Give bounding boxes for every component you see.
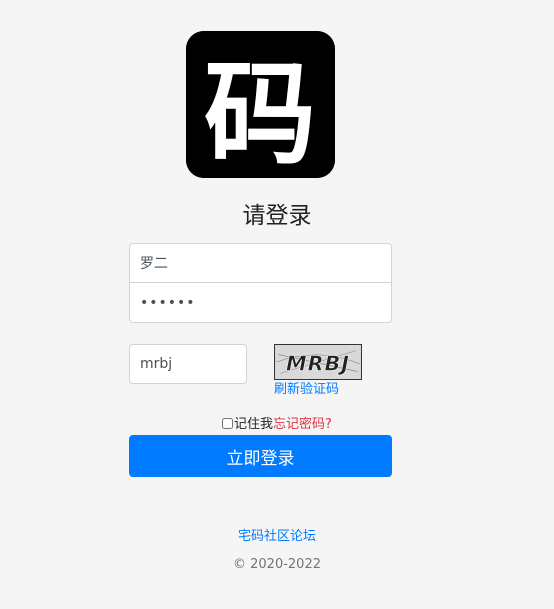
login-button[interactable]: 立即登录 bbox=[129, 435, 392, 477]
captcha-input[interactable] bbox=[129, 344, 247, 384]
ma-character-logo-icon: 码 bbox=[186, 31, 335, 178]
forum-link-row: 宅码社区论坛 bbox=[0, 528, 554, 546]
password-input[interactable] bbox=[129, 283, 392, 323]
remember-row: 记住我忘记密码? bbox=[0, 416, 554, 434]
logo-glyph: 码 bbox=[204, 50, 316, 178]
page-title: 请登录 bbox=[242, 203, 312, 229]
forum-link[interactable]: 宅码社区论坛 bbox=[238, 529, 316, 544]
forgot-password-link[interactable]: 忘记密码? bbox=[273, 417, 332, 432]
remember-label: 记住我 bbox=[234, 417, 274, 432]
username-input[interactable] bbox=[129, 243, 392, 283]
remember-checkbox[interactable] bbox=[222, 418, 234, 429]
captcha-text: MRBJ bbox=[286, 352, 350, 376]
captcha-image[interactable]: MRBJ bbox=[274, 344, 362, 380]
login-page: 码 请登录 MRBJ 刷新验证码 记住我忘记密码? 立即登录 宅码社区论坛 © … bbox=[0, 0, 554, 609]
captcha-noise-icon: MRBJ bbox=[276, 345, 360, 379]
copyright: © 2020-2022 bbox=[233, 557, 321, 572]
credentials-group bbox=[129, 243, 392, 323]
logo: 码 bbox=[186, 31, 335, 178]
refresh-captcha-link[interactable]: 刷新验证码 bbox=[274, 381, 339, 399]
